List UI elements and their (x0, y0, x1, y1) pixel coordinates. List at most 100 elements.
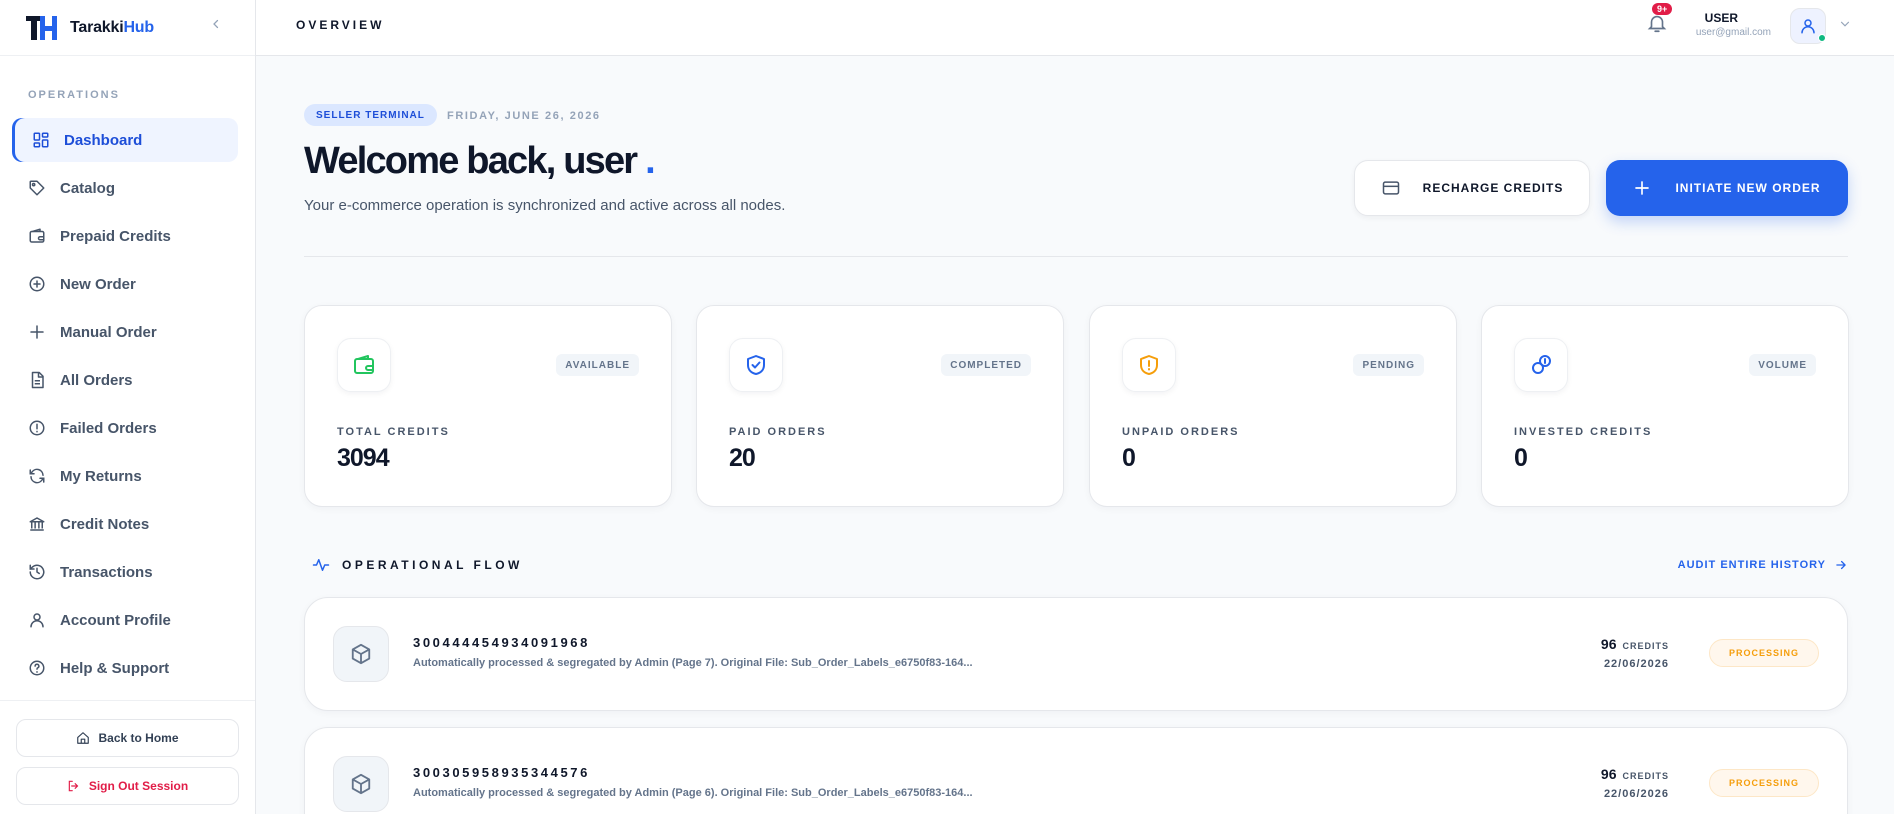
plus-icon (1635, 181, 1650, 195)
shield-check-icon (747, 355, 765, 375)
stat-tag: AVAILABLE (556, 354, 639, 376)
sidebar-item-account-profile[interactable]: Account Profile (12, 598, 238, 642)
stat-card-unpaid-orders: PENDING UNPAID ORDERS 0 (1089, 305, 1457, 507)
alert-circle-icon (29, 420, 45, 436)
order-date: 22/06/2026 (1603, 658, 1669, 670)
order-credits-value: 96 (1600, 766, 1617, 782)
sidebar-item-my-returns[interactable]: My Returns (12, 454, 238, 498)
stat-icon-box (1514, 338, 1568, 392)
stat-card-paid-orders: COMPLETED PAID ORDERS 20 (696, 305, 1064, 507)
user-menu-toggle[interactable] (1838, 17, 1852, 31)
sidebar-item-catalog[interactable]: Catalog (12, 166, 238, 210)
history-icon (29, 564, 45, 580)
page-title: OVERVIEW (296, 18, 385, 32)
credit-card-icon (1382, 181, 1399, 195)
sidebar-item-manual-order[interactable]: Manual Order (12, 310, 238, 354)
sidebar-item-help-support[interactable]: Help & Support (12, 646, 238, 690)
wallet-icon (354, 355, 374, 374)
stat-label: TOTAL CREDITS (337, 426, 450, 438)
logout-icon (68, 780, 79, 792)
sidebar-item-credit-notes[interactable]: Credit Notes (12, 502, 238, 546)
collapse-sidebar-button[interactable] (206, 14, 226, 34)
order-credits: 96 CREDITS (1601, 766, 1669, 782)
online-status-dot (1818, 34, 1826, 42)
sidebar-item-prepaid-credits[interactable]: Prepaid Credits (12, 214, 238, 258)
stat-value: 3094 (337, 444, 390, 472)
status-badge: PROCESSING (1709, 769, 1819, 797)
bell-icon (1647, 15, 1667, 33)
current-date: FRIDAY, JUNE 26, 2026 (447, 110, 601, 122)
help-circle-icon (29, 660, 45, 676)
back-to-home-label: Back to Home (98, 731, 179, 745)
operational-flow-header: OPERATIONAL FLOW (312, 556, 523, 574)
order-credits: 96 CREDITS (1601, 636, 1669, 652)
stat-value: 0 (1122, 444, 1136, 472)
back-to-home-button[interactable]: Back to Home (16, 719, 239, 757)
sidebar-item-all-orders[interactable]: All Orders (12, 358, 238, 402)
order-icon-box (333, 756, 389, 812)
tag-icon (29, 180, 45, 196)
sidebar-item-label: Transactions (60, 563, 153, 581)
user-icon (30, 613, 44, 628)
initiate-new-order-label: INITIATE NEW ORDER (1675, 181, 1821, 195)
sidebar-item-label: My Returns (60, 467, 142, 485)
sidebar-item-label: Manual Order (60, 323, 157, 341)
dashboard-icon (33, 132, 49, 148)
recharge-credits-button[interactable]: RECHARGE CREDITS (1354, 160, 1590, 216)
sidebar-item-failed-orders[interactable]: Failed Orders (12, 406, 238, 450)
welcome-dot: . (645, 140, 656, 182)
order-description: Automatically processed & segregated by … (413, 657, 973, 669)
plus-circle-icon (29, 276, 45, 292)
sidebar-item-label: All Orders (60, 371, 133, 389)
bank-icon (29, 517, 45, 531)
coins-icon (1532, 355, 1551, 374)
user-email: user@gmail.com (1695, 27, 1771, 38)
order-row[interactable]: 300305958935344576 Automatically process… (304, 727, 1848, 814)
sidebar-item-label: Account Profile (60, 611, 171, 629)
package-icon (351, 773, 371, 795)
sidebar-item-label: Credit Notes (60, 515, 150, 533)
order-credits-label: CREDITS (1622, 771, 1669, 781)
sidebar-item-label: Help & Support (60, 659, 170, 677)
sidebar-section-label: OPERATIONS (28, 89, 120, 101)
stat-tag: COMPLETED (941, 354, 1031, 376)
section-divider (304, 256, 1848, 257)
stat-value: 0 (1514, 444, 1528, 472)
order-id: 300444454934091968 (413, 635, 590, 650)
welcome-text: Welcome back, user (304, 140, 638, 182)
chevron-down-icon (1840, 21, 1850, 27)
notification-badge: 9+ (1652, 3, 1673, 15)
audit-history-label: AUDIT ENTIRE HISTORY (1677, 559, 1826, 571)
document-icon (31, 371, 44, 389)
sidebar-item-new-order[interactable]: New Order (12, 262, 238, 306)
order-id: 300305958935344576 (413, 765, 590, 780)
sidebar-item-label: Failed Orders (60, 419, 157, 437)
sidebar-item-label: Dashboard (64, 131, 143, 149)
chevron-left-icon (213, 19, 219, 29)
order-row[interactable]: 300444454934091968 Automatically process… (304, 597, 1848, 711)
stat-icon-box (729, 338, 783, 392)
stat-label: UNPAID ORDERS (1122, 426, 1240, 438)
stat-card-invested-credits: VOLUME INVESTED CREDITS 0 (1481, 305, 1849, 507)
welcome-heading: Welcome back, user . (304, 140, 656, 183)
notifications-button[interactable] (1646, 12, 1670, 36)
home-icon (77, 732, 90, 744)
stat-label: PAID ORDERS (729, 426, 827, 438)
sidebar-item-dashboard[interactable]: Dashboard (12, 118, 238, 162)
sign-out-button[interactable]: Sign Out Session (16, 767, 239, 805)
operational-flow-title: OPERATIONAL FLOW (342, 558, 523, 572)
stat-icon-box (337, 338, 391, 392)
plus-icon (30, 325, 44, 339)
sidebar-item-transactions[interactable]: Transactions (12, 550, 238, 594)
stat-tag: PENDING (1353, 354, 1424, 376)
welcome-subtitle: Your e-commerce operation is synchronize… (304, 197, 786, 214)
initiate-new-order-button[interactable]: INITIATE NEW ORDER (1606, 160, 1848, 216)
order-credits-value: 96 (1600, 636, 1617, 652)
shield-alert-icon (1140, 355, 1158, 375)
stat-tag: VOLUME (1749, 354, 1816, 376)
sidebar-item-label: Catalog (60, 179, 116, 197)
recharge-credits-label: RECHARGE CREDITS (1422, 181, 1564, 195)
refresh-icon (29, 468, 45, 484)
sidebar: TarakkiHub OPERATIONS Dashboard Catalog … (0, 0, 256, 814)
audit-history-link[interactable]: AUDIT ENTIRE HISTORY (1678, 558, 1848, 572)
